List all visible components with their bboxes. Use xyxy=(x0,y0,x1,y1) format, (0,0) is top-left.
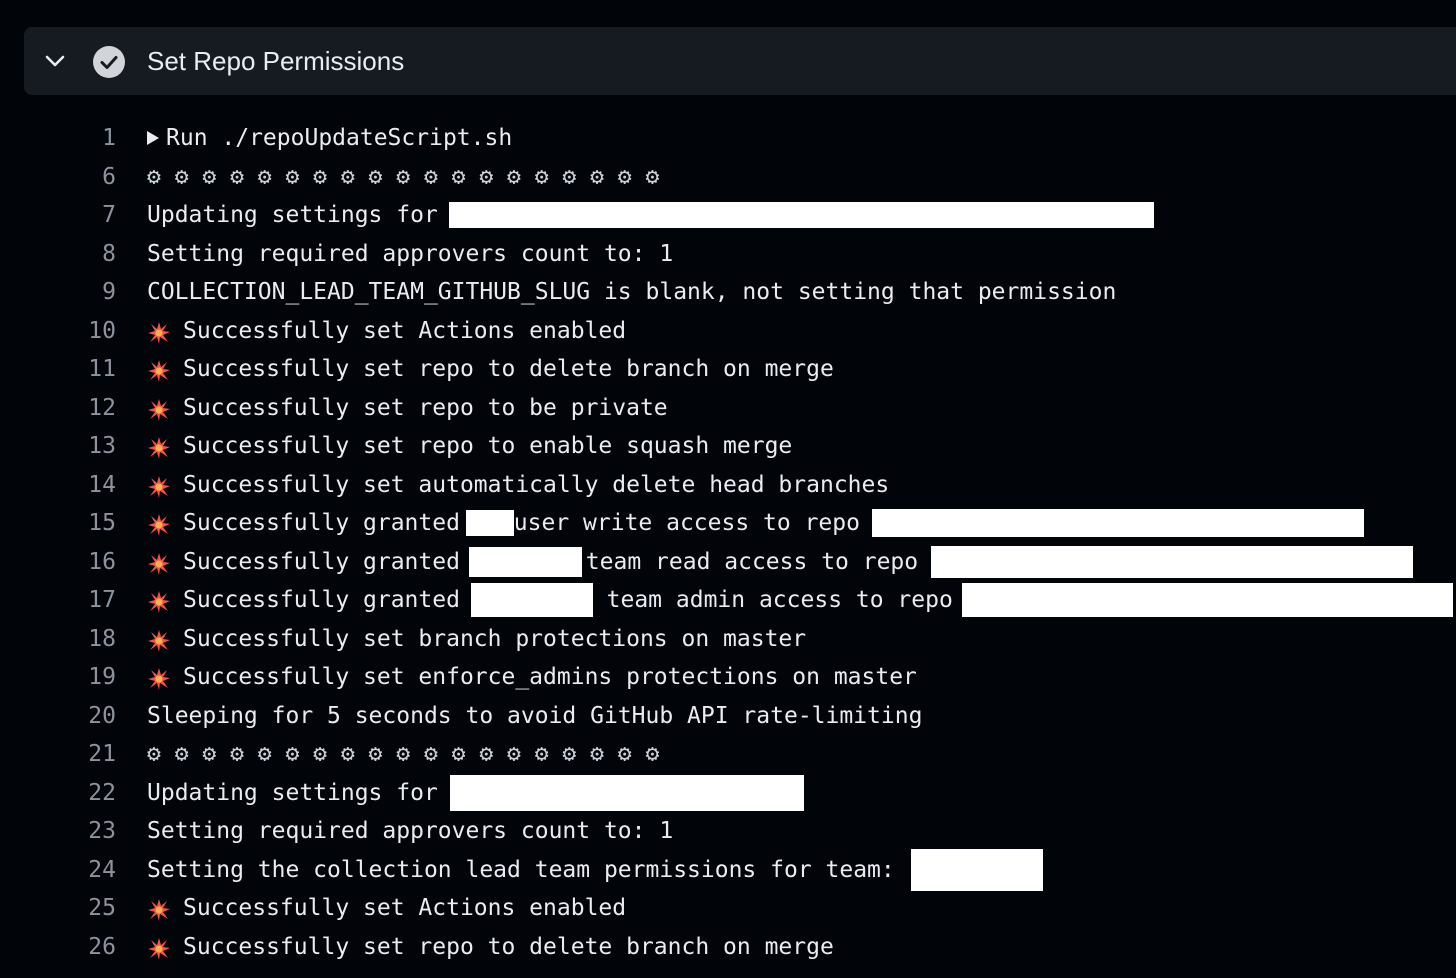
collision-spark-icon xyxy=(147,550,171,575)
log-line[interactable]: 1 Run ./repoUpdateScript.sh xyxy=(0,119,1456,158)
redacted-block xyxy=(910,848,1043,891)
log-text: Setting required approvers count to: 1 xyxy=(147,240,674,267)
check-circle-icon xyxy=(93,46,125,78)
log-text: Successfully set Actions enabled xyxy=(183,895,627,921)
collision-spark-icon xyxy=(147,319,171,344)
log-text: user write access to repo xyxy=(513,510,874,536)
collision-spark-icon xyxy=(147,935,171,960)
log-line: 9 COLLECTION_LEAD_TEAM_GITHUB_SLUG is bl… xyxy=(0,273,1456,312)
line-number[interactable]: 16 xyxy=(70,543,116,581)
collision-spark-icon xyxy=(147,434,171,459)
log-line: 14 Successfully set automatically delete… xyxy=(0,466,1456,505)
log-line: 18 Successfully set branch protections o… xyxy=(0,620,1456,659)
chevron-down-icon[interactable] xyxy=(43,51,67,71)
log-line: 6 ⚙ ⚙ ⚙ ⚙ ⚙ ⚙ ⚙ ⚙ ⚙ ⚙ ⚙ ⚙ ⚙ ⚙ ⚙ ⚙ ⚙ ⚙ ⚙ xyxy=(0,158,1456,197)
log-line: 25 Successfully set Actions enabled xyxy=(0,889,1456,928)
log-text: COLLECTION_LEAD_TEAM_GITHUB_SLUG is blan… xyxy=(147,279,1117,305)
log-text: Updating settings for xyxy=(147,779,452,806)
gear-separator: ⚙ ⚙ ⚙ ⚙ ⚙ ⚙ ⚙ ⚙ ⚙ ⚙ ⚙ ⚙ ⚙ ⚙ ⚙ ⚙ ⚙ ⚙ ⚙ xyxy=(147,163,660,190)
line-number[interactable]: 21 xyxy=(70,735,116,773)
log-text: Successfully set repo to delete branch o… xyxy=(183,356,834,382)
log-text: Successfully set repo to be private xyxy=(183,394,668,421)
log-text: Run ./repoUpdateScript.sh xyxy=(166,125,513,151)
log-text: Successfully granted xyxy=(183,587,474,613)
log-text: Successfully granted xyxy=(183,548,474,575)
log-line: 12 Successfully set repo to be private xyxy=(0,389,1456,428)
line-number[interactable]: 25 xyxy=(70,889,116,927)
log-line: 10 Successfully set Actions enabled xyxy=(0,312,1456,351)
log-text: Successfully set enforce_admins protecti… xyxy=(183,664,917,690)
line-number[interactable]: 6 xyxy=(70,158,116,196)
line-number[interactable]: 22 xyxy=(70,774,116,812)
redacted-block xyxy=(465,510,514,536)
redacted-block xyxy=(930,545,1413,578)
log-text: Sleeping for 5 seconds to avoid GitHub A… xyxy=(147,702,923,729)
line-number[interactable]: 12 xyxy=(70,389,116,427)
log-line: 21 ⚙ ⚙ ⚙ ⚙ ⚙ ⚙ ⚙ ⚙ ⚙ ⚙ ⚙ ⚙ ⚙ ⚙ ⚙ ⚙ ⚙ ⚙ ⚙ xyxy=(0,735,1456,774)
log-text: Successfully set repo to delete branch o… xyxy=(183,933,834,960)
line-number[interactable]: 7 xyxy=(70,196,116,234)
line-number[interactable]: 14 xyxy=(70,466,116,504)
log-output: 1 Run ./repoUpdateScript.sh 6 ⚙ ⚙ ⚙ ⚙ ⚙ … xyxy=(0,119,1456,966)
collision-spark-icon xyxy=(147,511,171,536)
log-line: 23 Setting required approvers count to: … xyxy=(0,812,1456,851)
log-line: 15 Successfully granted user write acces… xyxy=(0,504,1456,543)
redacted-block xyxy=(468,546,582,577)
line-number[interactable]: 1 xyxy=(70,119,116,157)
log-line: 7 Updating settings for xyxy=(0,196,1456,235)
log-line: 20 Sleeping for 5 seconds to avoid GitHu… xyxy=(0,697,1456,736)
line-number[interactable]: 26 xyxy=(70,928,116,966)
step-title: Set Repo Permissions xyxy=(147,46,405,76)
log-text: Successfully set branch protections on m… xyxy=(183,625,807,652)
log-line: 22 Updating settings for xyxy=(0,774,1456,813)
line-number[interactable]: 8 xyxy=(70,235,116,273)
log-line: 8 Setting required approvers count to: 1 xyxy=(0,235,1456,274)
step-header[interactable]: Set Repo Permissions xyxy=(24,27,1456,95)
collision-spark-icon xyxy=(147,396,171,421)
collision-spark-icon xyxy=(147,588,171,613)
line-number[interactable]: 17 xyxy=(70,581,116,619)
log-line: 16 Successfully granted team read access… xyxy=(0,543,1456,582)
collision-spark-icon xyxy=(147,357,171,382)
log-text: team admin access to repo xyxy=(592,587,967,613)
line-number[interactable]: 9 xyxy=(70,273,116,311)
log-line: 17 Successfully granted team admin acces… xyxy=(0,581,1456,620)
collision-spark-icon xyxy=(147,473,171,498)
log-text: Successfully granted xyxy=(183,510,474,536)
log-line: 26 Successfully set repo to delete branc… xyxy=(0,928,1456,967)
line-number[interactable]: 10 xyxy=(70,312,116,350)
log-text: Successfully set Actions enabled xyxy=(183,317,627,344)
redacted-block xyxy=(871,509,1364,537)
triangle-right-icon[interactable] xyxy=(147,131,159,145)
log-line: 11 Successfully set repo to delete branc… xyxy=(0,350,1456,389)
line-number[interactable]: 20 xyxy=(70,697,116,735)
redacted-block xyxy=(470,583,593,617)
gear-separator: ⚙ ⚙ ⚙ ⚙ ⚙ ⚙ ⚙ ⚙ ⚙ ⚙ ⚙ ⚙ ⚙ ⚙ ⚙ ⚙ ⚙ ⚙ ⚙ xyxy=(147,741,660,767)
line-number[interactable]: 23 xyxy=(70,812,116,850)
collision-spark-icon xyxy=(147,665,171,690)
line-number[interactable]: 15 xyxy=(70,504,116,542)
redacted-block xyxy=(449,774,804,811)
log-line: 24 Setting the collection lead team perm… xyxy=(0,848,1456,891)
line-number[interactable]: 19 xyxy=(70,658,116,696)
collision-spark-icon xyxy=(147,627,171,652)
log-text: Setting the collection lead team permiss… xyxy=(147,856,909,883)
redacted-block xyxy=(448,202,1154,228)
log-line: 19 Successfully set enforce_admins prote… xyxy=(0,658,1456,697)
log-text: team read access to repo xyxy=(585,548,932,575)
line-number[interactable]: 24 xyxy=(70,851,116,889)
log-line: 13 Successfully set repo to enable squas… xyxy=(0,427,1456,466)
log-text: Setting required approvers count to: 1 xyxy=(147,818,674,844)
collision-spark-icon xyxy=(147,896,171,921)
line-number[interactable]: 13 xyxy=(70,427,116,465)
line-number[interactable]: 18 xyxy=(70,620,116,658)
line-number[interactable]: 11 xyxy=(70,350,116,388)
log-text: Successfully set automatically delete he… xyxy=(183,471,890,498)
log-text: Updating settings for xyxy=(147,202,452,228)
redacted-block xyxy=(961,583,1453,617)
log-text: Successfully set repo to enable squash m… xyxy=(183,433,793,459)
